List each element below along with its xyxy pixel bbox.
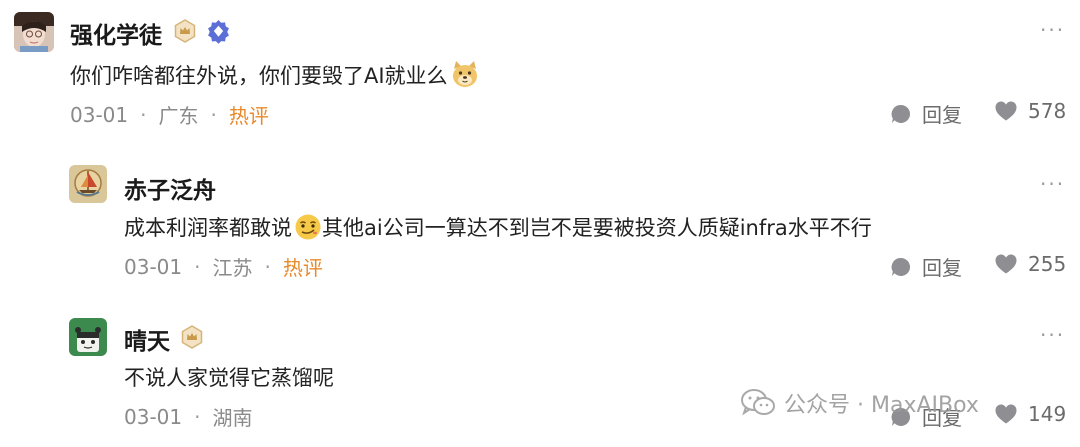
reply-button[interactable]: 回复 [890,252,962,281]
doge-emoji-icon [450,59,480,94]
meta-separator: · [264,254,271,279]
comment-meta: 03-01 · 江苏 · 热评 [124,252,323,281]
avatar[interactable] [69,318,107,356]
comment-location: 广东 [158,104,199,128]
watermark: 公众号 · MaxAIBox [740,387,979,419]
reply-bubble-icon [891,257,911,276]
comment-location: 江苏 [212,256,253,280]
like-count: 578 [1028,99,1067,123]
comment-text-content-part-1: 成本利润率都敢说 [124,216,292,240]
comment-text-content-part-2: 其他ai公司一算达不到岂不是要被投资人质疑infra水平不行 [322,216,872,240]
user-avatar-image [14,12,54,52]
heart-icon [995,101,1017,121]
crown-badge-icon [173,19,197,47]
wechat-icon [741,389,775,416]
more-options-button[interactable]: ··· [1040,323,1065,347]
username[interactable]: 赤子泛舟 [124,171,216,205]
like-button[interactable]: 255 [994,252,1066,276]
like-count: 255 [1028,252,1067,276]
meta-separator: · [140,102,147,127]
heart-icon [995,254,1017,274]
like-button[interactable]: 149 [994,402,1066,426]
avatar[interactable] [69,165,107,203]
comment-text: 你们咋啥都往外说，你们要毁了AI就业么 [70,59,480,94]
meta-separator: · [210,102,217,127]
hot-comment-tag: 热评 [228,104,269,128]
verified-badge-icon [206,19,231,48]
comment-text-content: 你们咋啥都往外说，你们要毁了AI就业么 [70,64,448,88]
like-button[interactable]: 578 [994,99,1066,123]
hot-comment-tag: 热评 [282,256,323,280]
more-options-button[interactable]: ··· [1040,18,1065,42]
like-count: 149 [1028,402,1067,426]
username[interactable]: 强化学徒 [70,16,162,50]
comment-date: 03-01 [124,404,183,429]
user-avatar-image [69,318,107,356]
comment-meta: 03-01 · 广东 · 热评 [70,100,269,129]
comment-meta: 03-01 · 湖南 [124,402,252,431]
comment-text: 成本利润率都敢说 其他ai公司一算达不到岂不是要被投资人质疑infra水平不行 [124,212,872,246]
comment-text: 不说人家觉得它蒸馏呢 [124,366,334,390]
username[interactable]: 晴天 [124,322,170,356]
meta-separator: · [194,254,201,279]
comment-date: 03-01 [70,102,129,127]
reply-label: 回复 [922,103,962,127]
crown-badge-icon [180,325,204,353]
reply-bubble-icon [891,104,911,123]
reply-label: 回复 [922,256,962,280]
avatar[interactable] [14,12,54,52]
comment-date: 03-01 [124,254,183,279]
watermark-text: 公众号 · MaxAIBox [784,393,979,418]
heart-icon [995,404,1017,424]
user-avatar-image [69,165,107,203]
comment-location: 湖南 [212,406,253,430]
meta-separator: · [194,404,201,429]
smirk-emoji-icon [294,213,322,246]
reply-button[interactable]: 回复 [890,99,962,128]
more-options-button[interactable]: ··· [1040,172,1065,196]
